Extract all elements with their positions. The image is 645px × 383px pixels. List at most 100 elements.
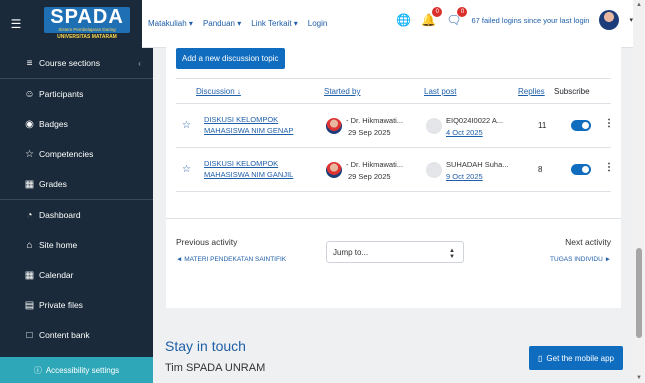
subscribe-toggle[interactable] (571, 120, 591, 131)
start-date: 29 Sep 2025 (348, 172, 391, 181)
subscribe-toggle[interactable] (571, 164, 591, 175)
last-post-date-link[interactable]: 9 Oct 2025 (446, 172, 483, 181)
kebab-menu-icon[interactable]: ⋮ (604, 162, 614, 173)
message-badge: 0 (457, 7, 468, 17)
avatar[interactable] (326, 162, 342, 178)
sidebar-item-participants[interactable]: ☺ Participants (0, 79, 153, 109)
logo-university: UNIVERSITAS MATARAM (57, 34, 117, 40)
sidebar-item-label: Calendar (39, 270, 74, 280)
last-poster-name[interactable]: EIQ024I0022 A... (446, 116, 503, 125)
avatar[interactable] (426, 118, 442, 134)
discussion-title-link[interactable]: DISKUSI KELOMPOK MAHASISWA NIM GANJIL (204, 158, 314, 180)
failed-logins-link[interactable]: 67 failed logins since your last login (471, 16, 589, 25)
file-icon: ▤ (24, 299, 35, 311)
user-avatar[interactable] (599, 10, 620, 30)
mobile-button-label: Get the mobile app (546, 353, 614, 363)
sidebar-item-content-bank[interactable]: □ Content bank (0, 320, 153, 350)
jump-to-select[interactable]: Jump to... ▲ ▼ (326, 241, 464, 263)
sidebar-item-calendar[interactable]: ▦ Calendar (0, 260, 153, 290)
reply-count[interactable]: 11 (538, 121, 546, 130)
sidebar-item-private-files[interactable]: ▤ Private files (0, 290, 153, 320)
globe-icon[interactable]: 🌐 (396, 13, 411, 27)
kebab-menu-icon[interactable]: ⋮ (604, 118, 614, 129)
nav-panduan[interactable]: Panduan ▾ (203, 19, 241, 28)
logo-title: SPADA (50, 6, 124, 28)
sidebar-item-site-home[interactable]: ⌂ Site home (0, 230, 153, 260)
calendar-icon: ▦ (24, 269, 35, 281)
accessibility-settings-button[interactable]: ⓘ Accessibility settings (0, 357, 153, 383)
col-last-post[interactable]: Last post (424, 87, 456, 96)
site-logo[interactable]: SPADA Sistem Pembelajaran Daring UNIVERS… (32, 0, 142, 48)
sidebar-item-label: Participants (39, 89, 84, 99)
scrollbar-thumb[interactable] (636, 248, 642, 338)
sidebar-item-course-sections[interactable]: ≡ Course sections ‹ (0, 48, 153, 78)
team-name: Tim SPADA UNRAM (165, 362, 266, 374)
badge-icon: ◉ (25, 118, 34, 130)
star-icon[interactable]: ☆ (182, 120, 191, 131)
sidebar-item-label: Course sections (39, 58, 100, 68)
sidebar-item-grades[interactable]: ▦ Grades (0, 169, 153, 199)
table-row: ☆ DISKUSI KELOMPOK MAHASISWA NIM GENAP -… (176, 106, 614, 148)
mobile-icon: ▯ (537, 353, 543, 363)
add-discussion-button[interactable]: Add a new discussion topic (176, 48, 285, 69)
home-icon: ⌂ (26, 239, 33, 251)
bell-icon[interactable]: 🔔 0 (421, 7, 443, 27)
content-bank-icon: □ (26, 329, 33, 341)
info-icon: ⓘ (33, 365, 42, 375)
previous-activity-link[interactable]: ◄ MATERI PENDEKATAN SAINTIFIK (176, 256, 286, 263)
discussion-title-link[interactable]: DISKUSI KELOMPOK MAHASISWA NIM GENAP (204, 114, 314, 136)
last-poster-name[interactable]: SUHADAH Suha... (446, 160, 509, 169)
page-footer: Stay in touch Tim SPADA UNRAM ▯ Get the … (153, 320, 633, 383)
sidebar-item-label: Badges (39, 119, 68, 129)
activity-navigation: Previous activity ◄ MATERI PENDEKATAN SA… (166, 218, 621, 288)
sidebar-item-label: Private files (39, 300, 83, 310)
avatar[interactable] (426, 162, 442, 178)
hamburger-icon[interactable]: ☰ (0, 0, 32, 48)
dashboard-icon: ◔ (26, 209, 33, 221)
stay-in-touch-heading: Stay in touch (165, 338, 246, 354)
col-discussion[interactable]: Discussion ↓ (196, 87, 241, 96)
nav-login[interactable]: Login (308, 19, 328, 28)
sidebar-item-dashboard[interactable]: ◔ Dashboard (0, 200, 153, 230)
chevron-left-icon[interactable]: ‹ (138, 58, 141, 68)
starter-name[interactable]: - Dr. Hikmawati... (346, 160, 403, 169)
next-activity-link[interactable]: TUGAS INDIVIDU ► (550, 256, 611, 263)
jump-to-value: Jump to... (333, 248, 369, 257)
sidebar-item-label: Competencies (39, 149, 94, 159)
starter-name[interactable]: - Dr. Hikmawati... (346, 116, 403, 125)
sidebar-item-competencies[interactable]: ☆ Competencies (0, 139, 153, 169)
sidebar-item-badges[interactable]: ◉ Badges (0, 109, 153, 139)
next-activity-label: Next activity (565, 237, 611, 247)
message-icon[interactable]: 🗨 0 (446, 7, 468, 27)
discussion-table-header: Discussion ↓ Started by Last post Replie… (176, 78, 611, 104)
previous-activity-label: Previous activity (176, 237, 238, 247)
star-icon[interactable]: ☆ (182, 164, 191, 175)
col-started-by[interactable]: Started by (324, 87, 360, 96)
logo-subtitle: Sistem Pembelajaran Daring (58, 27, 116, 32)
table-icon: ▦ (24, 178, 35, 190)
sidebar-item-label: Content bank (39, 330, 90, 340)
last-post-date-link[interactable]: 4 Oct 2025 (446, 128, 483, 137)
sidebar-item-label: Dashboard (39, 210, 81, 220)
users-icon: ☺ (24, 88, 35, 100)
get-mobile-app-button[interactable]: ▯ Get the mobile app (529, 346, 623, 370)
col-replies[interactable]: Replies (518, 87, 545, 96)
reply-count[interactable]: 8 (538, 165, 542, 174)
forum-card: Add a new discussion topic Discussion ↓ … (166, 38, 621, 308)
table-row: ☆ DISKUSI KELOMPOK MAHASISWA NIM GANJIL … (176, 150, 614, 192)
sidebar-item-label: Site home (39, 240, 78, 250)
scroll-up-icon[interactable]: ▲ (636, 2, 642, 8)
star-icon: ☆ (25, 148, 34, 160)
page-scrollbar[interactable]: ▲ ▼ (633, 0, 645, 383)
col-subscribe: Subscribe (554, 87, 590, 96)
course-sidebar: ≡ Course sections ‹ ☺ Participants ◉ Bad… (0, 48, 153, 383)
nav-matakuliah[interactable]: Matakuliah ▾ (148, 19, 193, 28)
start-date: 29 Sep 2025 (348, 128, 391, 137)
list-icon: ≡ (26, 57, 33, 69)
select-caret-icon: ▲ ▼ (449, 248, 455, 260)
notification-badge: 0 (432, 7, 443, 17)
scroll-down-icon[interactable]: ▼ (636, 375, 642, 381)
nav-link-terkait[interactable]: Link Terkait ▾ (251, 19, 298, 28)
accessibility-label: Accessibility settings (45, 365, 120, 375)
avatar[interactable] (326, 118, 342, 134)
